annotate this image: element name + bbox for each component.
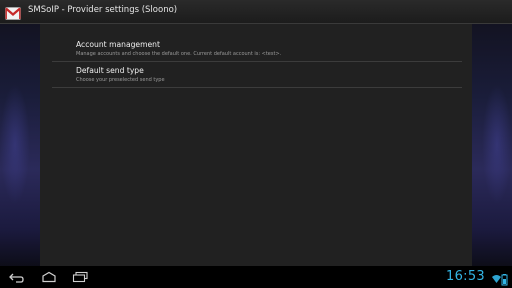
- settings-panel: Account management Manage accounts and c…: [40, 24, 472, 266]
- preference-summary: Manage accounts and choose the default o…: [76, 51, 282, 57]
- back-icon[interactable]: [7, 271, 25, 283]
- wifi-icon: [492, 275, 501, 283]
- recent-apps-icon[interactable]: [71, 271, 89, 283]
- account-management-preference[interactable]: Account management Manage accounts and c…: [76, 40, 460, 57]
- list-divider: [52, 87, 462, 88]
- list-divider: [52, 61, 462, 62]
- preference-summary: Choose your preselected send type: [76, 77, 165, 83]
- default-send-type-preference[interactable]: Default send type Choose your preselecte…: [76, 66, 460, 83]
- battery-icon: [501, 274, 508, 286]
- preference-title: Account management: [76, 40, 160, 49]
- system-navigation-bar: 16:53: [0, 266, 512, 288]
- home-icon[interactable]: [40, 271, 58, 283]
- window-title: SMSoIP - Provider settings (Sloono): [28, 5, 178, 15]
- preference-title: Default send type: [76, 66, 144, 75]
- clock[interactable]: 16:53: [446, 269, 485, 284]
- wallpaper-left: [0, 24, 40, 266]
- mail-envelope-icon[interactable]: [5, 5, 21, 20]
- wallpaper-glow: [0, 84, 30, 204]
- status-icons[interactable]: [491, 271, 509, 286]
- wallpaper-right: [472, 24, 512, 266]
- action-bar: SMSoIP - Provider settings (Sloono): [0, 0, 512, 24]
- wallpaper-glow: [482, 84, 512, 204]
